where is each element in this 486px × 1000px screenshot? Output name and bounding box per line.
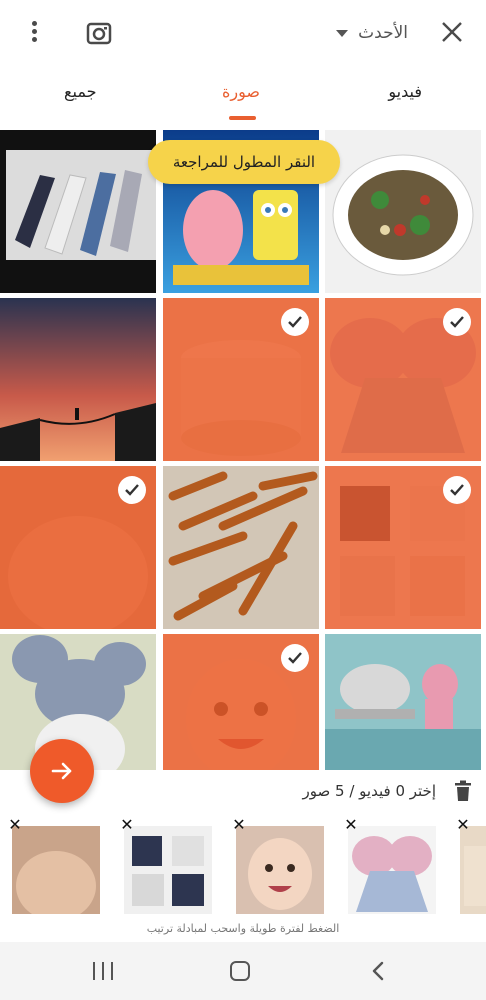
media-grid: [0, 130, 486, 770]
grid-item-cake[interactable]: [163, 298, 319, 461]
sort-label: الأحدث: [358, 23, 408, 43]
check-icon: [443, 308, 471, 336]
selected-thumb-cake[interactable]: [460, 826, 486, 914]
remove-icon[interactable]: ✕: [6, 816, 24, 834]
camera-icon[interactable]: [86, 20, 112, 46]
check-icon: [118, 476, 146, 504]
remove-icon[interactable]: ✕: [230, 816, 248, 834]
grid-item-phones[interactable]: [0, 130, 156, 293]
back-icon[interactable]: [370, 961, 386, 981]
grid-item-pink-panther[interactable]: [325, 634, 481, 770]
home-icon[interactable]: [230, 961, 250, 981]
grid-item-baby-outfits[interactable]: [325, 466, 481, 629]
selected-thumb-butterfly-dress[interactable]: [348, 826, 436, 914]
grid-item-sunset[interactable]: [0, 298, 156, 461]
tab-video[interactable]: فيديو: [388, 82, 422, 101]
review-tooltip: النقر المطول للمراجعة: [148, 140, 340, 184]
check-icon: [443, 476, 471, 504]
sort-dropdown[interactable]: الأحدث: [336, 18, 408, 48]
active-tab-indicator: [229, 116, 256, 120]
grid-item-salad[interactable]: [325, 130, 481, 293]
recent-apps-icon[interactable]: [93, 962, 113, 980]
more-options-icon[interactable]: [22, 18, 46, 48]
grid-item-butterfly-dress[interactable]: [325, 298, 481, 461]
reorder-hint: الضغط لفترة طويلة واسحب لمبادلة ترتيب: [146, 922, 340, 935]
selected-thumb-smiling-baby[interactable]: [236, 826, 324, 914]
media-tabs: جميع صورة فيديو: [0, 66, 486, 130]
screen: الأحدث جميع صورة فيديو النقر المطول للمر…: [0, 0, 486, 1000]
check-icon: [281, 308, 309, 336]
remove-icon[interactable]: ✕: [342, 816, 360, 834]
selected-tray: ✕ ✕ ✕ ✕ ✕ الضغط لفترة طويلة واسحب لمبادل…: [0, 816, 486, 942]
trash-icon[interactable]: [454, 780, 472, 802]
close-icon[interactable]: [440, 20, 464, 44]
top-bar: الأحدث: [0, 0, 486, 66]
grid-item-smiling-baby[interactable]: [163, 634, 319, 770]
grid-item-baby-face[interactable]: [0, 466, 156, 629]
next-button[interactable]: [30, 739, 94, 803]
tab-all[interactable]: جميع: [64, 82, 96, 101]
remove-icon[interactable]: ✕: [118, 816, 136, 834]
selected-thumb-baby-face[interactable]: [12, 826, 100, 914]
arrow-right-icon: [51, 762, 72, 780]
selected-thumb-baby-outfits[interactable]: [124, 826, 212, 914]
chevron-down-icon: [336, 29, 349, 37]
remove-icon[interactable]: ✕: [454, 816, 472, 834]
tab-photo[interactable]: صورة: [222, 82, 260, 101]
selection-count: إختر 0 فيديو / 5 صور: [302, 782, 436, 800]
check-icon: [281, 644, 309, 672]
system-nav-bar: [0, 942, 486, 1000]
grid-item-fries[interactable]: [163, 466, 319, 629]
